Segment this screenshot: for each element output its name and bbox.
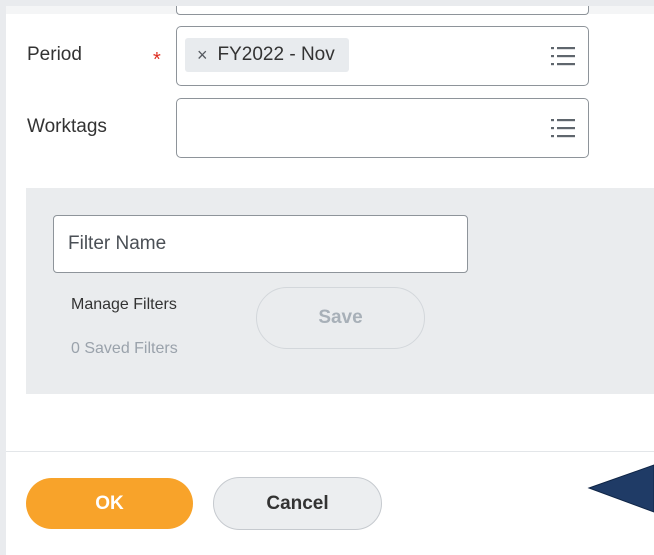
filter-name-input[interactable] bbox=[53, 215, 468, 273]
saved-filters-count: 0 Saved Filters bbox=[71, 340, 178, 357]
cancel-button[interactable]: Cancel bbox=[213, 477, 382, 530]
remove-close-icon[interactable]: × bbox=[197, 46, 208, 64]
period-label: Period bbox=[27, 44, 82, 65]
save-filter-button[interactable]: Save bbox=[256, 287, 425, 349]
previous-field-edge bbox=[176, 6, 589, 15]
period-field[interactable]: × FY2022 - Nov bbox=[176, 26, 589, 86]
manage-filters-link[interactable]: Manage Filters bbox=[71, 296, 177, 314]
filter-panel: Manage Filters 0 Saved Filters Save bbox=[26, 188, 654, 394]
footer-divider bbox=[6, 451, 654, 452]
required-indicator: * bbox=[153, 49, 161, 71]
worktags-label: Worktags bbox=[27, 116, 107, 137]
worktags-field[interactable] bbox=[176, 98, 589, 158]
worktags-prompt-list-icon[interactable] bbox=[551, 117, 575, 139]
period-selected-value: FY2022 - Nov bbox=[217, 44, 335, 65]
period-prompt-list-icon[interactable] bbox=[551, 45, 575, 67]
ok-button[interactable]: OK bbox=[26, 478, 193, 529]
edit-dialog: Period * × FY2022 - Nov Worktags Filter … bbox=[6, 6, 654, 555]
period-selected-pill[interactable]: × FY2022 - Nov bbox=[185, 38, 349, 72]
